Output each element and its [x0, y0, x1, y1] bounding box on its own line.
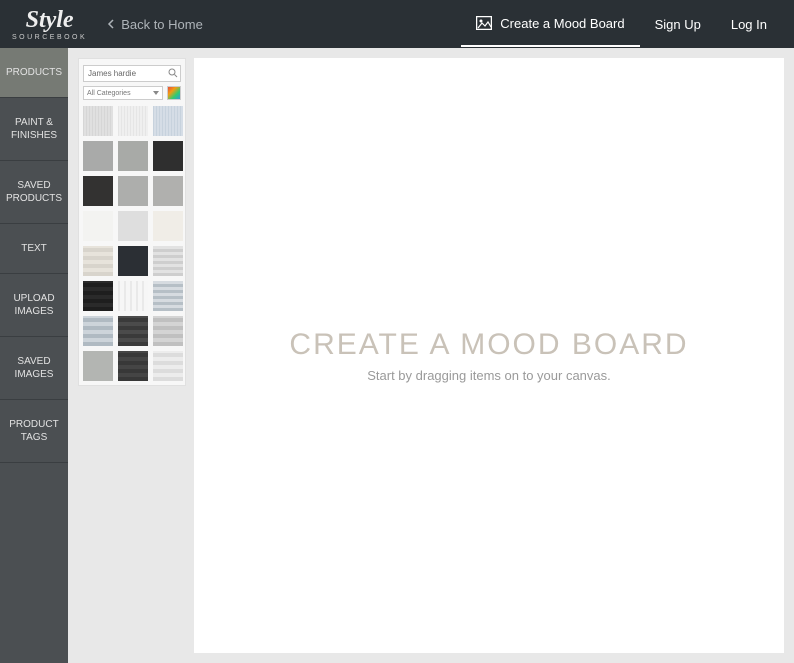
swatch-flat-dark[interactable] [153, 141, 183, 171]
canvas-title: CREATE A MOOD BOARD [289, 328, 688, 362]
back-to-home-label: Back to Home [121, 17, 203, 32]
signup-label: Sign Up [655, 17, 701, 32]
products-panel: All Categories [78, 58, 186, 386]
swatch-flat-white[interactable] [83, 211, 113, 241]
main-area: PRODUCTS PAINT & FINISHES SAVED PRODUCTS TE… [0, 48, 794, 663]
logo[interactable]: Style SOURCEBOOK [12, 8, 87, 41]
sidebar-item-saved-products[interactable]: SAVED PRODUCTS [0, 161, 68, 224]
swatch-horizontal-cream[interactable] [83, 246, 113, 276]
swatch-flat-silver[interactable] [153, 176, 183, 206]
logo-top: Style [26, 8, 74, 32]
swatch-flat-navy[interactable] [118, 246, 148, 276]
swatch-flat-charcoal[interactable] [83, 176, 113, 206]
swatch-flat-pale[interactable] [118, 211, 148, 241]
swatch-vertical-white[interactable] [118, 281, 148, 311]
content-area: All Categories CREATE A MOOD BOARD Start… [68, 48, 794, 663]
sidebar-item-upload[interactable]: UPLOAD IMAGES [0, 274, 68, 337]
chevron-left-icon [107, 19, 117, 29]
swatch-horizontal-lightgrey[interactable] [153, 246, 183, 276]
sidebar-item-tags[interactable]: PRODUCT TAGS [0, 400, 68, 463]
signup-button[interactable]: Sign Up [640, 0, 716, 48]
sidebar-item-products[interactable]: PRODUCTS [0, 48, 68, 98]
sidebar-item-label: SAVED IMAGES [15, 356, 54, 380]
login-button[interactable]: Log In [716, 0, 782, 48]
sidebar-item-paint[interactable]: PAINT & FINISHES [0, 98, 68, 161]
sidebar-item-saved-images[interactable]: SAVED IMAGES [0, 337, 68, 400]
swatch-cladding-vertical-grey[interactable] [83, 106, 113, 136]
create-mood-board-tab[interactable]: Create a Mood Board [461, 1, 639, 47]
swatch-flat-grey-3[interactable] [83, 351, 113, 381]
app-header: Style SOURCEBOOK Back to Home Create a M… [0, 0, 794, 48]
swatch-grid [83, 106, 181, 381]
category-select[interactable]: All Categories [83, 86, 163, 100]
canvas-subtitle: Start by dragging items on to your canva… [367, 368, 611, 383]
search-icon[interactable] [168, 65, 178, 83]
sidebar-item-label: PRODUCT TAGS [9, 419, 58, 443]
filter-row: All Categories [83, 86, 181, 100]
sidebar-item-label: PRODUCTS [6, 67, 62, 78]
image-icon [476, 16, 492, 30]
create-mood-board-label: Create a Mood Board [500, 16, 624, 31]
swatch-flat-grey-1[interactable] [83, 141, 113, 171]
sidebar: PRODUCTS PAINT & FINISHES SAVED PRODUCTS TE… [0, 48, 68, 663]
search-input[interactable] [83, 65, 181, 82]
color-filter-button[interactable] [167, 86, 181, 100]
swatch-cladding-vertical-blue[interactable] [153, 106, 183, 136]
back-to-home-link[interactable]: Back to Home [107, 17, 203, 32]
sidebar-item-text[interactable]: TEXT [0, 224, 68, 274]
mood-board-canvas[interactable]: CREATE A MOOD BOARD Start by dragging it… [194, 58, 784, 653]
sidebar-item-label: SAVED PRODUCTS [6, 180, 62, 204]
swatch-horizontal-dark-2[interactable] [118, 351, 148, 381]
swatch-cladding-vertical-lightgrey[interactable] [118, 106, 148, 136]
category-label: All Categories [87, 90, 131, 97]
swatch-flat-midgrey[interactable] [118, 176, 148, 206]
search-row [83, 63, 181, 82]
sidebar-item-label: PAINT & FINISHES [11, 117, 57, 141]
sidebar-item-label: TEXT [21, 243, 47, 254]
chevron-down-icon [153, 91, 159, 95]
swatch-horizontal-light[interactable] [153, 351, 183, 381]
swatch-flat-grey-2[interactable] [118, 141, 148, 171]
swatch-horizontal-dark[interactable] [83, 281, 113, 311]
swatch-flat-cream[interactable] [153, 211, 183, 241]
login-label: Log In [731, 17, 767, 32]
swatch-horizontal-charcoal[interactable] [118, 316, 148, 346]
swatch-horizontal-grey[interactable] [153, 316, 183, 346]
swatch-horizontal-blue-2[interactable] [83, 316, 113, 346]
swatch-horizontal-blue[interactable] [153, 281, 183, 311]
logo-bottom: SOURCEBOOK [12, 34, 87, 41]
sidebar-item-label: UPLOAD IMAGES [13, 293, 54, 317]
